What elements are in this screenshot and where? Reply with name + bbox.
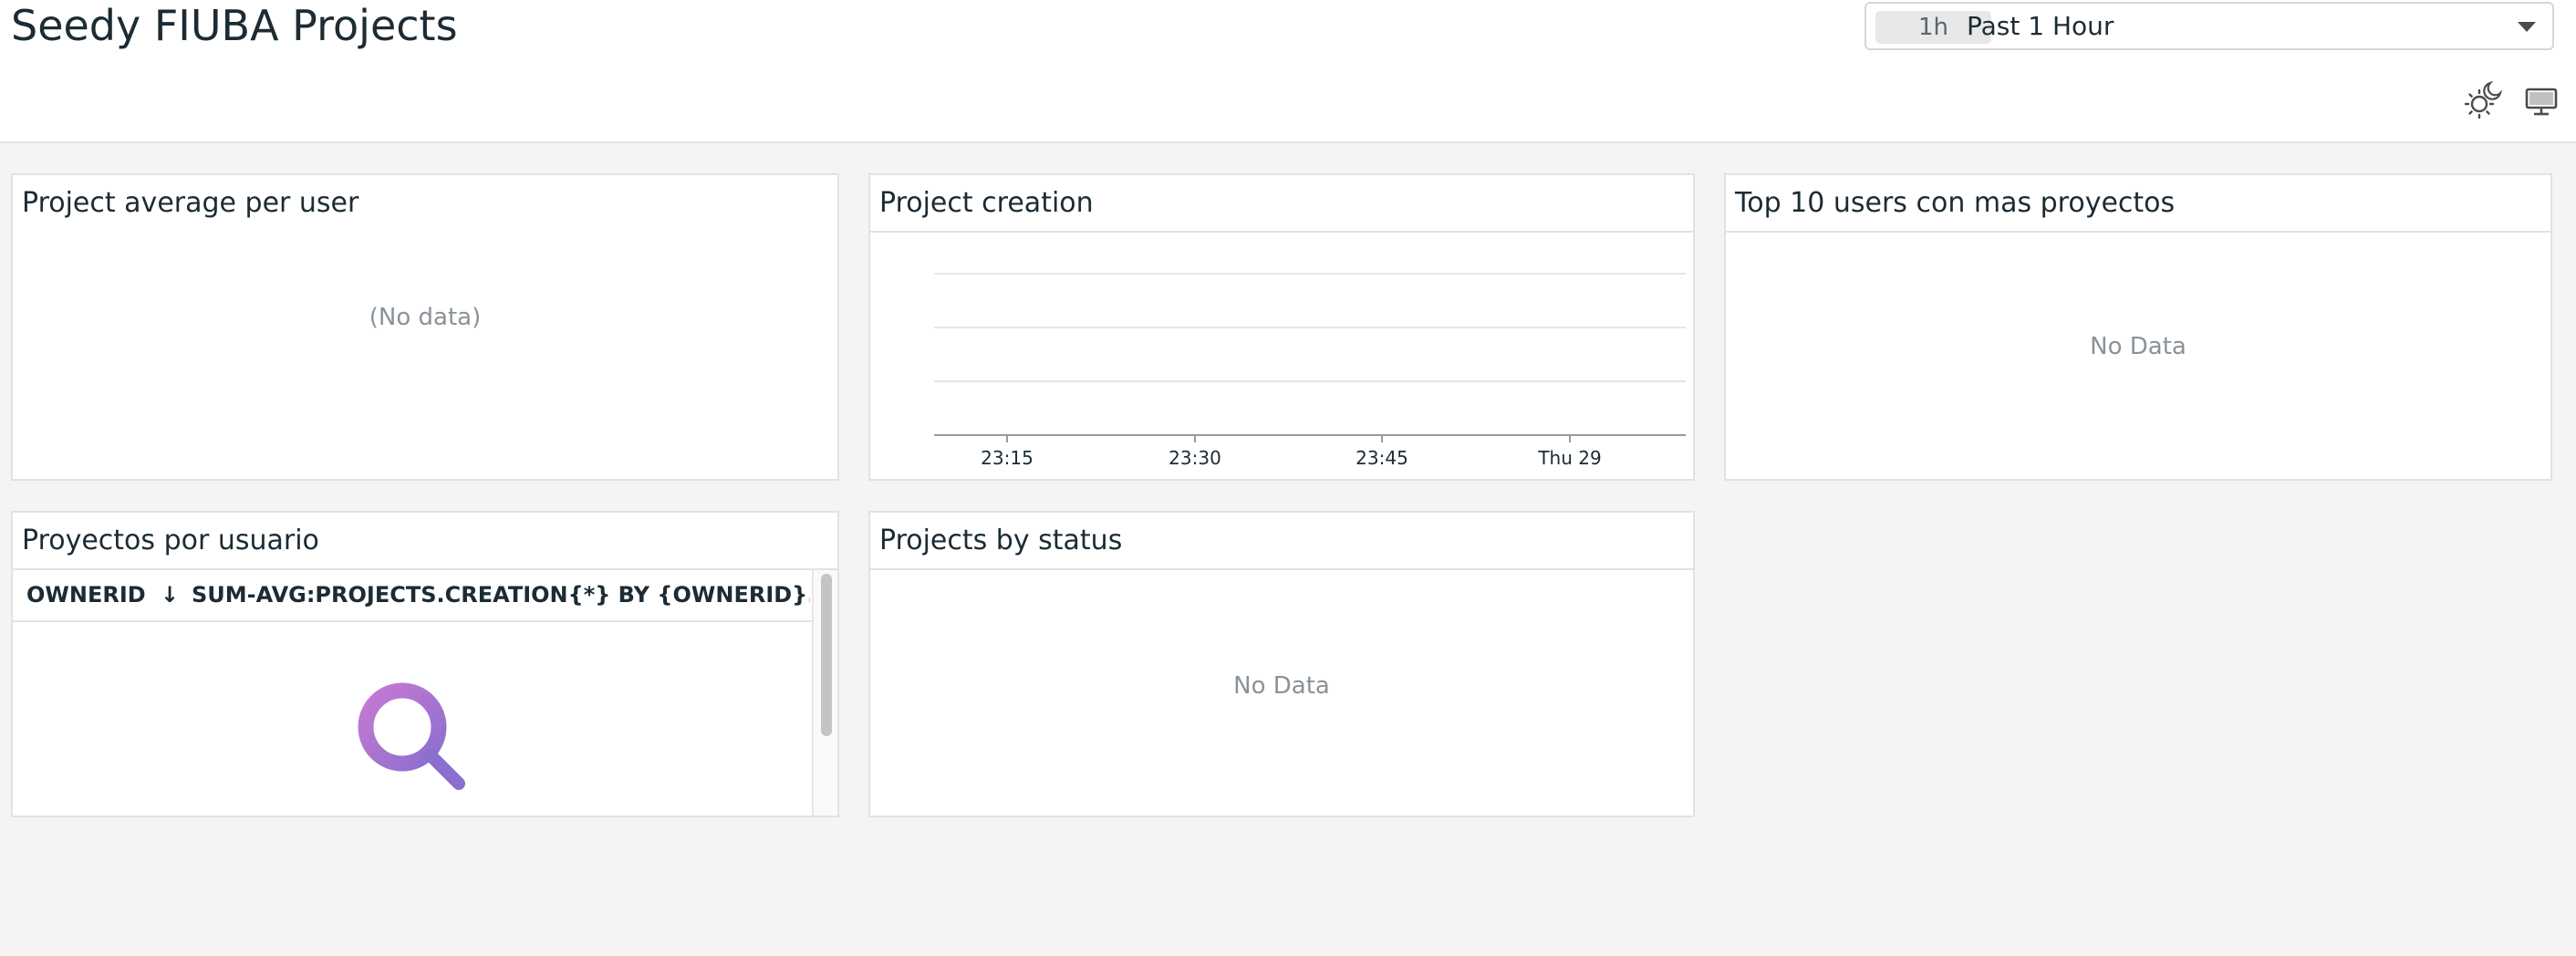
chart-x-tick-label: Thu 29	[1537, 447, 1601, 469]
widget-title: Projects by status	[879, 525, 1123, 556]
widget-project-creation[interactable]: Project creation 23:15 23:30 23:45 Thu 29	[868, 173, 1695, 481]
column-header-ownerid[interactable]: OWNERID	[26, 570, 146, 620]
timeseries-chart: 23:15 23:30 23:45 Thu 29	[934, 273, 1686, 469]
no-data-text: No Data	[1233, 672, 1330, 700]
widget-header: Project average per user	[13, 175, 837, 233]
widget-title: Project creation	[879, 187, 1094, 219]
scrollbar[interactable]	[812, 570, 837, 816]
widget-body: No Data	[870, 570, 1693, 816]
widget-project-average[interactable]: Project average per user (No data)	[11, 173, 839, 481]
widget-header: Project creation	[870, 175, 1693, 233]
widget-title: Project average per user	[22, 187, 359, 219]
chart-x-tick-label: 23:30	[1169, 447, 1221, 469]
search-icon	[358, 682, 465, 790]
arrow-down-icon[interactable]: ↓	[161, 570, 179, 620]
scrollbar-thumb[interactable]	[821, 574, 832, 736]
widget-body: No Data	[1726, 233, 2550, 479]
time-range-picker[interactable]: 1h Past 1 Hour	[1864, 2, 2554, 50]
no-data-text: No Data	[2090, 333, 2186, 360]
widget-header: Projects by status	[870, 513, 1693, 570]
sun-moon-icon[interactable]	[2463, 80, 2503, 120]
widget-header: Proyectos por usuario	[13, 513, 837, 570]
widget-proyectos-por-usuario[interactable]: Proyectos por usuario OWNERID ↓ SUM-AVG:…	[11, 511, 839, 817]
no-data-text: (No data)	[369, 304, 482, 331]
widget-header: Top 10 users con mas proyectos	[1726, 175, 2550, 233]
table-header: OWNERID ↓ SUM-AVG:PROJECTS.CREATION{*} B…	[13, 570, 814, 622]
column-header-metric[interactable]: SUM-AVG:PROJECTS.CREATION{*} BY {OWNERID…	[192, 570, 810, 620]
widget-title: Proyectos por usuario	[22, 525, 319, 556]
monitor-icon[interactable]	[2525, 88, 2558, 117]
chart-x-tick-label: 23:15	[981, 447, 1034, 469]
chevron-down-icon	[2518, 22, 2536, 32]
widget-top-users[interactable]: Top 10 users con mas proyectos No Data	[1724, 173, 2552, 481]
widget-body: (No data)	[13, 233, 837, 479]
widget-projects-by-status[interactable]: Projects by status No Data	[868, 511, 1695, 817]
chart-x-tick-label: 23:45	[1356, 447, 1408, 469]
page-title: Seedy FIUBA Projects	[11, 1, 458, 50]
time-range-label: Past 1 Hour	[1967, 11, 2114, 41]
widget-title: Top 10 users con mas proyectos	[1735, 187, 2176, 219]
dashboard-header: Seedy FIUBA Projects 1h Past 1 Hour	[0, 0, 2576, 143]
